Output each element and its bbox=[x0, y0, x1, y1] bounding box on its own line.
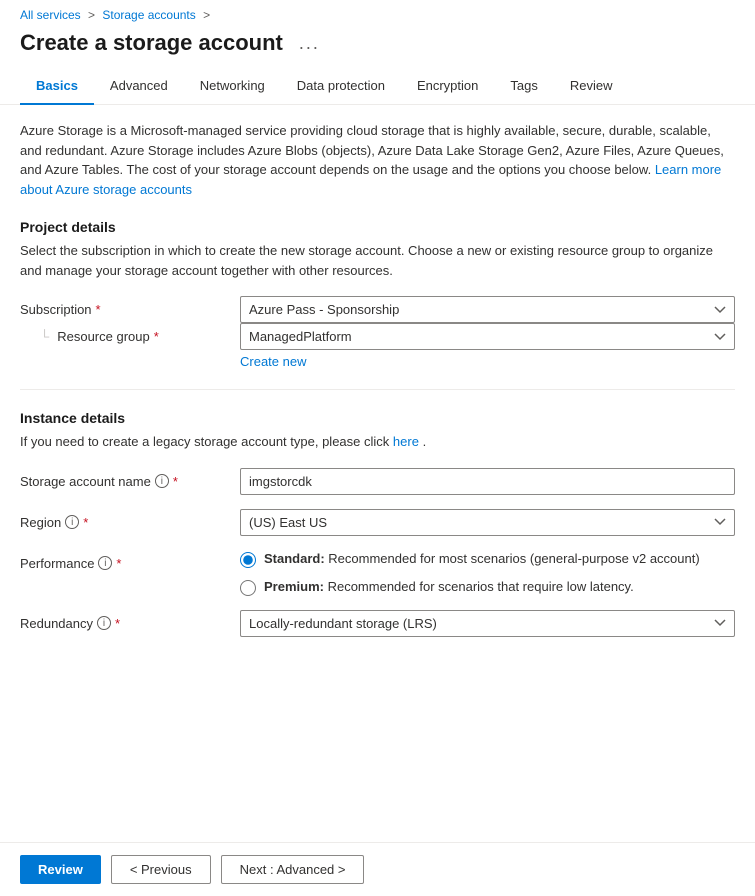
performance-premium-label: Premium: Recommended for scenarios that … bbox=[264, 578, 634, 596]
resource-group-indent-label: └ Resource group * bbox=[20, 323, 240, 344]
redundancy-control: Locally-redundant storage (LRS) bbox=[240, 610, 735, 637]
subscription-control: Azure Pass - Sponsorship bbox=[240, 296, 735, 323]
next-button[interactable]: Next : Advanced > bbox=[221, 855, 365, 884]
region-label: Region i * bbox=[20, 509, 240, 530]
performance-info-icon: i bbox=[98, 556, 112, 570]
section-divider-1 bbox=[20, 389, 735, 390]
region-select[interactable]: (US) East US bbox=[240, 509, 735, 536]
previous-button[interactable]: < Previous bbox=[111, 855, 211, 884]
tab-advanced[interactable]: Advanced bbox=[94, 68, 184, 105]
breadcrumb-sep2: > bbox=[200, 8, 214, 22]
instance-details-title: Instance details bbox=[20, 410, 735, 426]
breadcrumb-storage-accounts[interactable]: Storage accounts bbox=[102, 8, 195, 22]
redundancy-required: * bbox=[115, 616, 120, 631]
performance-row: Performance i * Standard: Recommended fo… bbox=[20, 550, 735, 596]
create-new-link[interactable]: Create new bbox=[240, 354, 735, 369]
tab-encryption[interactable]: Encryption bbox=[401, 68, 494, 105]
page-description: Azure Storage is a Microsoft-managed ser… bbox=[20, 121, 735, 199]
ellipsis-button[interactable]: ... bbox=[293, 31, 326, 56]
tab-data-protection[interactable]: Data protection bbox=[281, 68, 401, 105]
project-details-desc: Select the subscription in which to crea… bbox=[20, 241, 735, 280]
breadcrumb-all-services[interactable]: All services bbox=[20, 8, 81, 22]
instance-details-desc: If you need to create a legacy storage a… bbox=[20, 432, 735, 452]
project-details-title: Project details bbox=[20, 219, 735, 235]
storage-name-row: Storage account name i * bbox=[20, 468, 735, 495]
page-header: Create a storage account ... bbox=[0, 26, 755, 68]
storage-name-input[interactable] bbox=[240, 468, 735, 495]
tabs-nav: Basics Advanced Networking Data protecti… bbox=[0, 68, 755, 105]
tab-review[interactable]: Review bbox=[554, 68, 629, 105]
project-details-section: Project details Select the subscription … bbox=[20, 219, 735, 369]
resource-group-select[interactable]: ManagedPlatform bbox=[240, 323, 735, 350]
instance-desc-link[interactable]: here bbox=[393, 434, 419, 449]
performance-premium-option[interactable]: Premium: Recommended for scenarios that … bbox=[240, 578, 735, 596]
performance-radio-group: Standard: Recommended for most scenarios… bbox=[240, 550, 735, 596]
storage-name-required: * bbox=[173, 474, 178, 489]
region-required: * bbox=[83, 515, 88, 530]
breadcrumb: All services > Storage accounts > bbox=[0, 0, 755, 26]
subscription-label: Subscription * bbox=[20, 296, 240, 317]
main-content: Azure Storage is a Microsoft-managed ser… bbox=[0, 105, 755, 737]
storage-name-info-icon: i bbox=[155, 474, 169, 488]
tab-tags[interactable]: Tags bbox=[494, 68, 553, 105]
region-row: Region i * (US) East US bbox=[20, 509, 735, 536]
performance-required: * bbox=[116, 556, 121, 571]
region-control: (US) East US bbox=[240, 509, 735, 536]
rg-required: * bbox=[154, 329, 159, 344]
review-button[interactable]: Review bbox=[20, 855, 101, 884]
redundancy-row: Redundancy i * Locally-redundant storage… bbox=[20, 610, 735, 637]
performance-standard-option[interactable]: Standard: Recommended for most scenarios… bbox=[240, 550, 735, 568]
page-title: Create a storage account bbox=[20, 30, 283, 56]
performance-standard-label: Standard: Recommended for most scenarios… bbox=[264, 550, 700, 568]
redundancy-select[interactable]: Locally-redundant storage (LRS) bbox=[240, 610, 735, 637]
breadcrumb-sep1: > bbox=[85, 8, 99, 22]
performance-label: Performance i * bbox=[20, 550, 240, 571]
resource-group-row: └ Resource group * ManagedPlatform Creat… bbox=[20, 323, 735, 369]
subscription-row: Subscription * Azure Pass - Sponsorship bbox=[20, 296, 735, 323]
instance-desc-prefix: If you need to create a legacy storage a… bbox=[20, 434, 389, 449]
performance-standard-radio[interactable] bbox=[240, 552, 256, 568]
performance-control: Standard: Recommended for most scenarios… bbox=[240, 550, 735, 596]
tab-networking[interactable]: Networking bbox=[184, 68, 281, 105]
storage-name-label: Storage account name i * bbox=[20, 468, 240, 489]
footer: Review < Previous Next : Advanced > bbox=[0, 842, 755, 896]
redundancy-info-icon: i bbox=[97, 616, 111, 630]
subscription-select[interactable]: Azure Pass - Sponsorship bbox=[240, 296, 735, 323]
description-text: Azure Storage is a Microsoft-managed ser… bbox=[20, 123, 724, 177]
subscription-required: * bbox=[96, 302, 101, 317]
instance-details-section: Instance details If you need to create a… bbox=[20, 410, 735, 637]
instance-desc-suffix: . bbox=[423, 434, 427, 449]
resource-group-control: ManagedPlatform Create new bbox=[240, 323, 735, 369]
tab-basics[interactable]: Basics bbox=[20, 68, 94, 105]
storage-name-control bbox=[240, 468, 735, 495]
performance-premium-radio[interactable] bbox=[240, 580, 256, 596]
redundancy-label: Redundancy i * bbox=[20, 610, 240, 631]
region-info-icon: i bbox=[65, 515, 79, 529]
